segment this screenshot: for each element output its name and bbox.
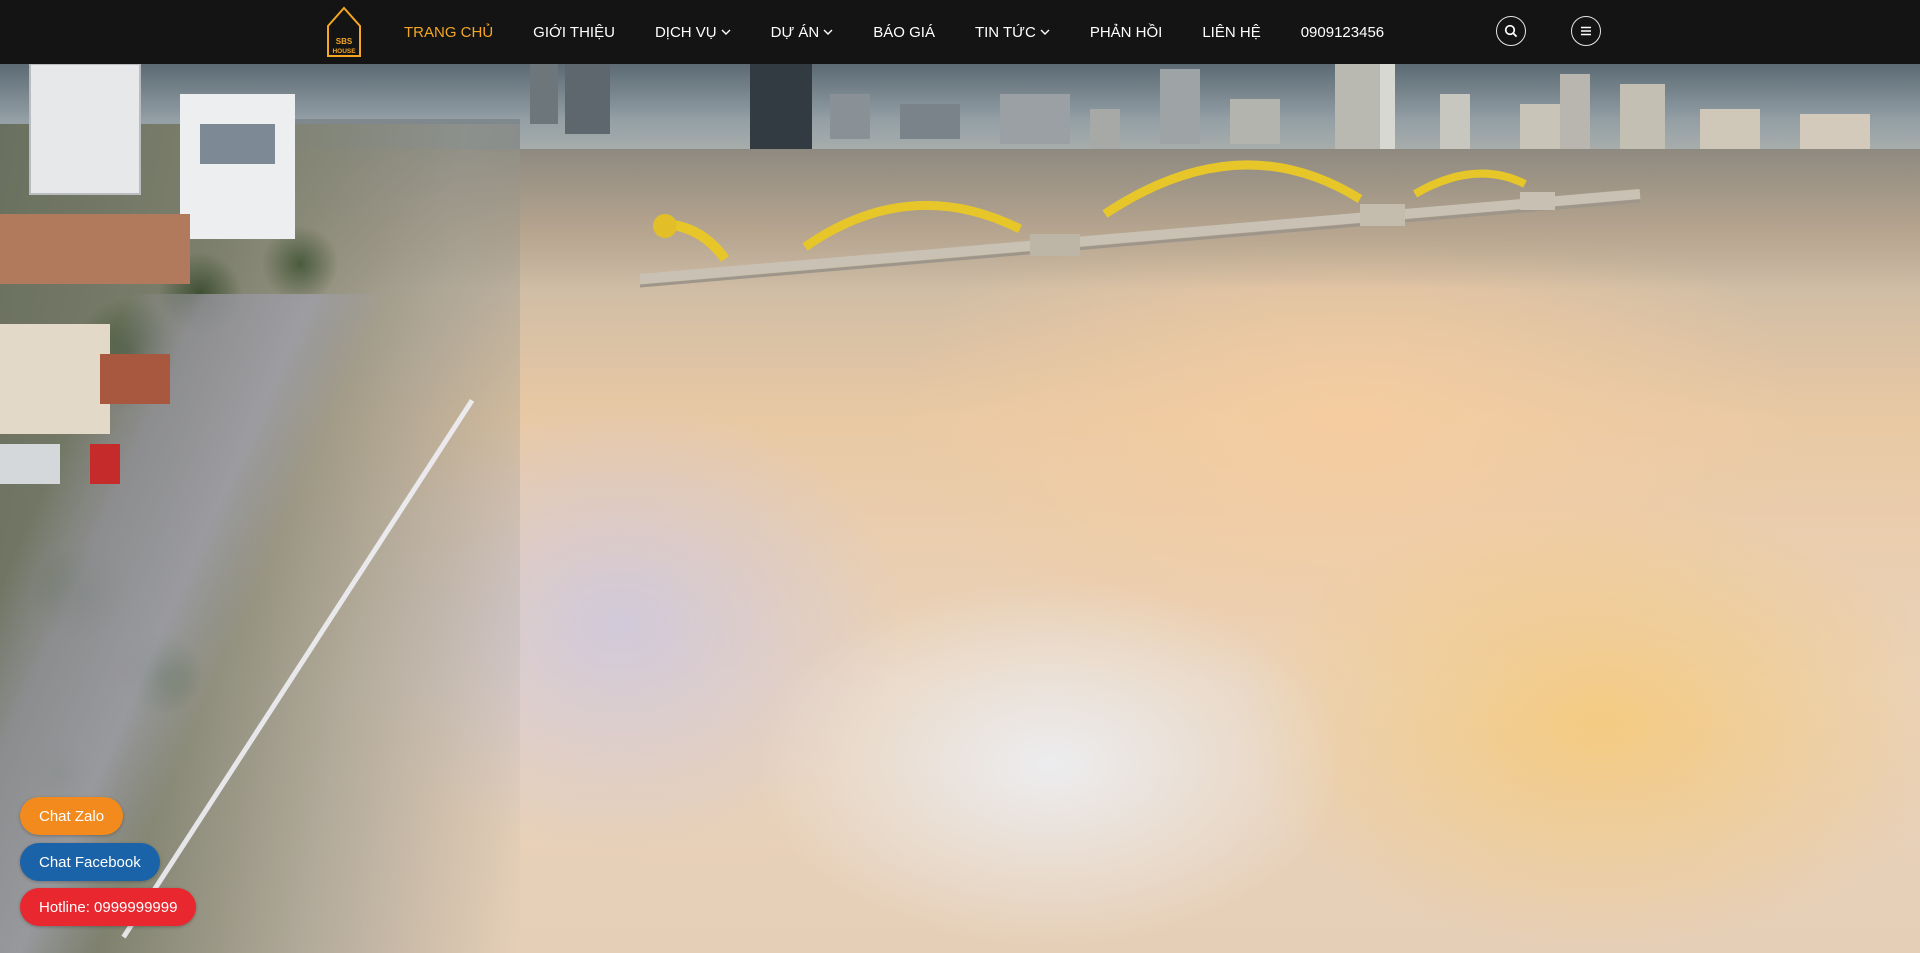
logo-line-2: HOUSE: [332, 48, 356, 55]
nav-label: DỊCH VỤ: [654, 23, 717, 41]
nav-label: PHẢN HỒI: [1089, 23, 1163, 41]
hamburger-menu-icon: [1581, 26, 1591, 36]
site-header: SBS HOUSE TRANG CHỦ GIỚI THIỆU DỊCH VỤ D…: [0, 0, 1920, 64]
nav-item-about[interactable]: GIỚI THIỆU: [533, 24, 615, 41]
nav-label: 0909123456: [1300, 23, 1385, 41]
nav-item-projects[interactable]: DỰ ÁN: [771, 24, 834, 41]
chevron-down-icon: [721, 29, 731, 35]
nav-item-services[interactable]: DỊCH VỤ: [655, 24, 731, 41]
nav-label: LIÊN HỆ: [1202, 23, 1261, 41]
search-icon: [1504, 24, 1518, 38]
nav-item-contact[interactable]: LIÊN HỆ: [1202, 24, 1260, 41]
chat-zalo-button[interactable]: Chat Zalo: [20, 797, 124, 835]
nav-item-feedback[interactable]: PHẢN HỒI: [1090, 24, 1163, 41]
chevron-down-icon: [1040, 29, 1050, 35]
chat-zalo-label: Chat Zalo: [39, 807, 105, 825]
nav-item-home[interactable]: TRANG CHỦ: [404, 24, 493, 41]
hero-background: [0, 64, 1920, 953]
search-button[interactable]: [1496, 16, 1526, 46]
dragon-bridge: [639, 160, 1641, 288]
nav-label: BÁO GIÁ: [873, 23, 935, 41]
menu-button[interactable]: [1571, 16, 1601, 46]
nav-label: TRANG CHỦ: [404, 23, 494, 41]
hotline-button[interactable]: Hotline: 0999999999: [20, 888, 197, 926]
hotline-label: Hotline: 0999999999: [39, 898, 178, 916]
chat-facebook-button[interactable]: Chat Facebook: [20, 843, 160, 881]
nav-item-news[interactable]: TIN TỨC: [975, 24, 1050, 41]
logo-line-1: SBS: [336, 37, 353, 46]
nav-item-phone[interactable]: 0909123456: [1301, 24, 1384, 41]
sbs-house-logo[interactable]: SBS HOUSE: [326, 6, 362, 58]
nav-item-pricing[interactable]: BÁO GIÁ: [873, 24, 935, 41]
chevron-down-icon: [823, 29, 833, 35]
main-nav: TRANG CHỦ GIỚI THIỆU DỊCH VỤ DỰ ÁN BÁO G…: [404, 0, 1424, 64]
nav-label: GIỚI THIỆU: [533, 23, 615, 41]
chat-facebook-label: Chat Facebook: [39, 853, 141, 871]
nav-label: DỰ ÁN: [770, 23, 820, 41]
nav-label: TIN TỨC: [974, 23, 1036, 41]
